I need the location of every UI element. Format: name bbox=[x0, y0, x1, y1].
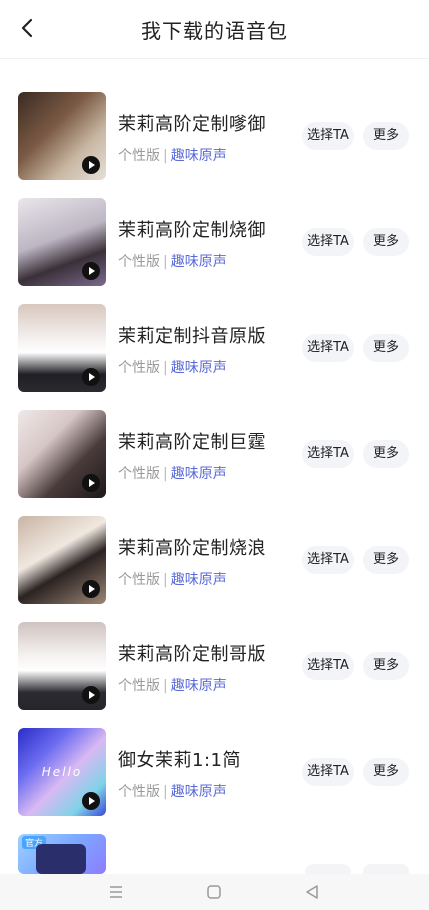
voice-pack-type: 个性版 bbox=[118, 360, 160, 376]
voice-pack-title: 御女茉莉1:1简 bbox=[118, 750, 241, 771]
voice-pack-source: 趣味原声 bbox=[170, 784, 227, 800]
play-icon[interactable] bbox=[82, 368, 100, 386]
more-button[interactable]: 更多 bbox=[363, 652, 409, 680]
meta-separator: | bbox=[163, 466, 168, 482]
more-button[interactable]: 更多 bbox=[363, 546, 409, 574]
list-item: 茉莉定制抖音原版 个性版 | 趣味原声 选择TA 更多 bbox=[0, 304, 429, 410]
meta-separator: | bbox=[163, 784, 168, 800]
voice-pack-type: 个性版 bbox=[118, 678, 160, 694]
more-button[interactable] bbox=[363, 864, 409, 874]
triangle-back-icon[interactable] bbox=[302, 882, 322, 902]
thumbnail-caption: Hello bbox=[41, 765, 83, 779]
play-icon[interactable] bbox=[82, 262, 100, 280]
voice-pack-title: 茉莉高阶定制烧浪 bbox=[118, 538, 266, 559]
voice-pack-meta: 个性版 | 趣味原声 bbox=[118, 463, 227, 483]
voice-pack-meta: 个性版 | 趣味原声 bbox=[118, 675, 227, 695]
more-button[interactable]: 更多 bbox=[363, 334, 409, 362]
menu-icon[interactable] bbox=[106, 882, 126, 902]
page-title: 我下载的语音包 bbox=[141, 19, 288, 43]
list-item: 茉莉高阶定制哥版 个性版 | 趣味原声 选择TA 更多 bbox=[0, 622, 429, 728]
select-button[interactable]: 选择TA bbox=[302, 440, 354, 468]
voice-pack-source: 趣味原声 bbox=[170, 148, 227, 164]
voice-pack-type: 个性版 bbox=[118, 148, 160, 164]
play-icon[interactable] bbox=[82, 474, 100, 492]
voice-pack-source: 趣味原声 bbox=[170, 678, 227, 694]
voice-pack-type: 个性版 bbox=[118, 572, 160, 588]
voice-pack-meta: 个性版 | 趣味原声 bbox=[118, 569, 227, 589]
list-item: 茉莉高阶定制烧浪 个性版 | 趣味原声 选择TA 更多 bbox=[0, 516, 429, 622]
voice-pack-title: 茉莉高阶定制哥版 bbox=[118, 644, 266, 665]
voice-pack-thumbnail[interactable] bbox=[18, 622, 106, 710]
top-bar: 我下载的语音包 bbox=[0, 0, 429, 59]
more-button[interactable]: 更多 bbox=[363, 758, 409, 786]
meta-separator: | bbox=[163, 572, 168, 588]
voice-pack-thumbnail[interactable] bbox=[18, 92, 106, 180]
play-icon[interactable] bbox=[82, 686, 100, 704]
voice-pack-thumbnail[interactable] bbox=[18, 304, 106, 392]
select-button[interactable]: 选择TA bbox=[302, 758, 354, 786]
voice-pack-meta: 个性版 | 趣味原声 bbox=[118, 251, 227, 271]
list-item-partial: 官方 bbox=[0, 834, 429, 874]
list-item: 茉莉高阶定制嗲御 个性版 | 趣味原声 选择TA 更多 bbox=[0, 92, 429, 198]
select-button[interactable]: 选择TA bbox=[302, 652, 354, 680]
play-icon[interactable] bbox=[82, 580, 100, 598]
voice-pack-meta: 个性版 | 趣味原声 bbox=[118, 145, 227, 165]
voice-pack-title: 茉莉高阶定制巨霆 bbox=[118, 432, 266, 453]
voice-pack-source: 趣味原声 bbox=[170, 466, 227, 482]
meta-separator: | bbox=[163, 678, 168, 694]
app-logo-icon bbox=[36, 844, 86, 874]
more-button[interactable]: 更多 bbox=[363, 122, 409, 150]
select-button[interactable] bbox=[305, 864, 351, 874]
voice-pack-meta: 个性版 | 趣味原声 bbox=[118, 781, 227, 801]
select-button[interactable]: 选择TA bbox=[302, 122, 354, 150]
voice-pack-title: 茉莉定制抖音原版 bbox=[118, 326, 266, 347]
voice-pack-thumbnail[interactable]: Hello bbox=[18, 728, 106, 816]
more-button[interactable]: 更多 bbox=[363, 228, 409, 256]
list-item: 茉莉高阶定制巨霆 个性版 | 趣味原声 选择TA 更多 bbox=[0, 410, 429, 516]
more-button[interactable]: 更多 bbox=[363, 440, 409, 468]
square-home-icon[interactable] bbox=[204, 882, 224, 902]
list-item: 茉莉高阶定制烧御 个性版 | 趣味原声 选择TA 更多 bbox=[0, 198, 429, 304]
list-item: Hello 御女茉莉1:1简 个性版 | 趣味原声 选择TA 更多 bbox=[0, 728, 429, 834]
voice-pack-source: 趣味原声 bbox=[170, 572, 227, 588]
play-icon[interactable] bbox=[82, 156, 100, 174]
voice-pack-thumbnail[interactable] bbox=[18, 198, 106, 286]
voice-pack-type: 个性版 bbox=[118, 784, 160, 800]
play-icon[interactable] bbox=[82, 792, 100, 810]
voice-pack-title: 茉莉高阶定制烧御 bbox=[118, 220, 266, 241]
meta-separator: | bbox=[163, 148, 168, 164]
voice-pack-type: 个性版 bbox=[118, 466, 160, 482]
meta-separator: | bbox=[163, 254, 168, 270]
voice-pack-meta: 个性版 | 趣味原声 bbox=[118, 357, 227, 377]
select-button[interactable]: 选择TA bbox=[302, 546, 354, 574]
meta-separator: | bbox=[163, 360, 168, 376]
voice-pack-title: 茉莉高阶定制嗲御 bbox=[118, 114, 266, 135]
voice-pack-source: 趣味原声 bbox=[170, 254, 227, 270]
voice-pack-thumbnail[interactable]: 官方 bbox=[18, 834, 106, 874]
voice-pack-thumbnail[interactable] bbox=[18, 410, 106, 498]
system-nav-bar bbox=[0, 874, 429, 910]
select-button[interactable]: 选择TA bbox=[302, 334, 354, 362]
select-button[interactable]: 选择TA bbox=[302, 228, 354, 256]
voice-pack-source: 趣味原声 bbox=[170, 360, 227, 376]
voice-pack-type: 个性版 bbox=[118, 254, 160, 270]
voice-pack-thumbnail[interactable] bbox=[18, 516, 106, 604]
